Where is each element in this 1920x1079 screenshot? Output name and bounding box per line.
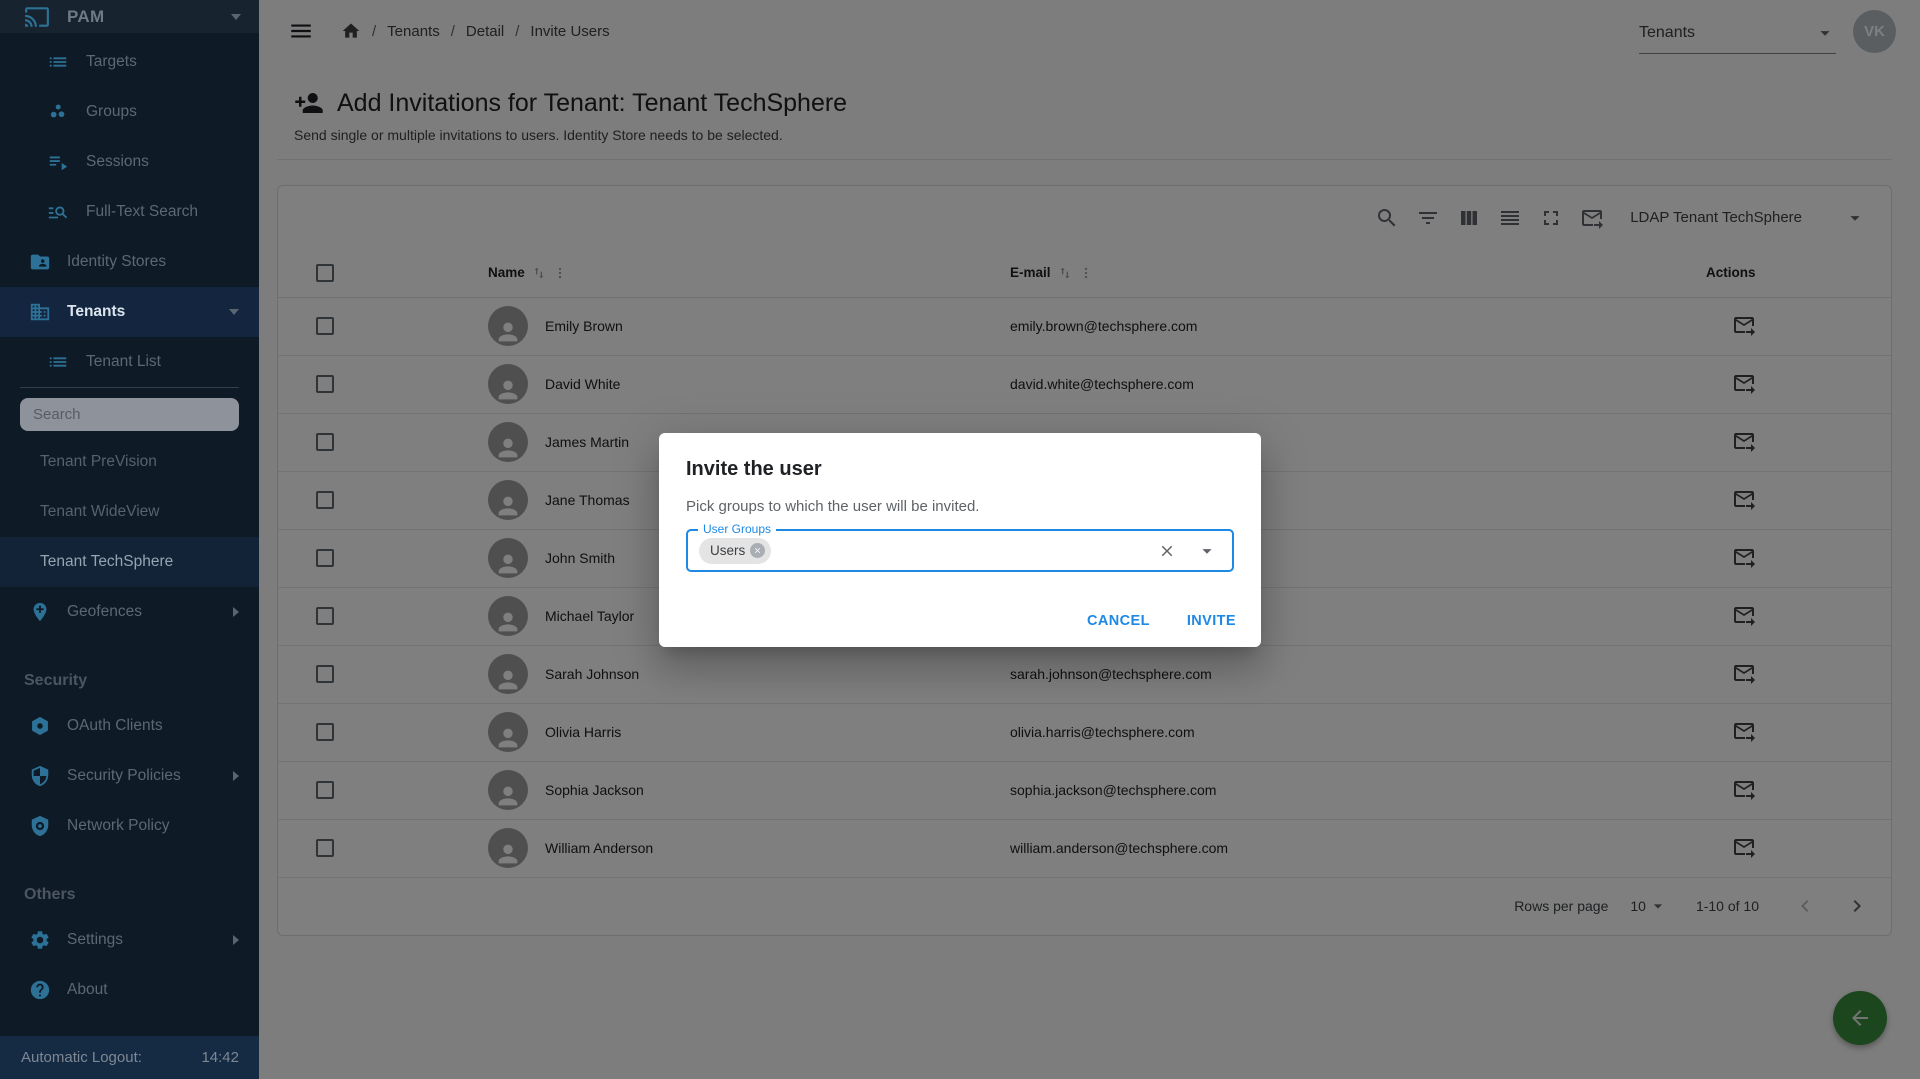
sidebar-item-tenant-prevision[interactable]: Tenant PreVision (0, 437, 259, 487)
sidebar-item-label: Full-Text Search (86, 203, 198, 221)
sidebar-item-label: Groups (86, 103, 137, 121)
buildings-icon (29, 301, 51, 323)
chip-remove-icon[interactable] (750, 543, 765, 558)
cast-icon (24, 4, 50, 30)
arrow-drop-down-icon[interactable] (1196, 540, 1218, 562)
chevron-right-icon (233, 607, 239, 617)
sidebar-item-security-policies[interactable]: Security Policies (0, 751, 259, 801)
tenant-search-input[interactable] (20, 398, 239, 431)
list-icon (47, 351, 69, 373)
folder-shared-icon (29, 251, 51, 273)
auto-logout-label: Automatic Logout: (21, 1049, 142, 1066)
chevron-down-icon (229, 309, 239, 315)
section-header-others: Others (0, 875, 259, 915)
help-icon (29, 979, 51, 1001)
policy-icon (29, 815, 51, 837)
sidebar-item-network-policy[interactable]: Network Policy (0, 801, 259, 851)
sidebar-item-geofences[interactable]: Geofences (0, 587, 259, 637)
app-header[interactable]: PAM (0, 0, 259, 33)
chevron-down-icon (231, 14, 241, 20)
sidebar-item-label: Network Policy (67, 817, 170, 835)
sidebar-item-tenant-list[interactable]: Tenant List (0, 337, 259, 387)
cancel-button[interactable]: CANCEL (1087, 613, 1150, 629)
dialog-title: Invite the user (686, 458, 1234, 481)
sidebar-item-label: Tenant List (86, 353, 161, 371)
sidebar-item-targets[interactable]: Targets (0, 37, 259, 87)
add-location-icon (29, 601, 51, 623)
sidebar-item-label: OAuth Clients (67, 717, 163, 735)
sidebar-nav: Targets Groups Sessions Full-Text Search… (0, 33, 259, 1015)
sidebar-item-tenants[interactable]: Tenants (0, 287, 259, 337)
user-groups-field[interactable]: User Groups Users (686, 529, 1234, 572)
sidebar: PAM Targets Groups Sessions Full-Text Se… (0, 0, 259, 1079)
auto-logout-timer: 14:42 (201, 1049, 239, 1066)
app-title: PAM (67, 7, 104, 27)
dialog-body-text: Pick groups to which the user will be in… (686, 498, 1234, 515)
list-icon (47, 51, 69, 73)
shield-icon (29, 765, 51, 787)
search-list-icon (47, 201, 69, 223)
sidebar-item-label: About (67, 981, 108, 999)
token-icon (29, 715, 51, 737)
user-groups-field-label: User Groups (698, 522, 776, 536)
gear-icon (29, 929, 51, 951)
dialog-actions: CANCEL INVITE (1087, 613, 1236, 629)
invite-user-dialog: Invite the user Pick groups to which the… (659, 433, 1261, 647)
sidebar-item-sessions[interactable]: Sessions (0, 137, 259, 187)
group-chip-users[interactable]: Users (699, 538, 771, 564)
sidebar-item-about[interactable]: About (0, 965, 259, 1015)
clear-field-icon[interactable] (1158, 542, 1176, 560)
tenant-link-label: Tenant WideView (40, 503, 159, 521)
sidebar-item-groups[interactable]: Groups (0, 87, 259, 137)
chevron-right-icon (233, 771, 239, 781)
sidebar-item-full-text-search[interactable]: Full-Text Search (0, 187, 259, 237)
sidebar-item-settings[interactable]: Settings (0, 915, 259, 965)
sidebar-item-label: Sessions (86, 153, 149, 171)
auto-logout-bar: Automatic Logout: 14:42 (0, 1036, 259, 1079)
chevron-right-icon (233, 935, 239, 945)
group-chip-label: Users (710, 543, 745, 558)
sidebar-item-label: Tenants (67, 303, 125, 321)
sidebar-item-identity-stores[interactable]: Identity Stores (0, 237, 259, 287)
sidebar-item-tenant-wideview[interactable]: Tenant WideView (0, 487, 259, 537)
tenant-link-label: Tenant PreVision (40, 453, 157, 471)
sidebar-item-label: Settings (67, 931, 123, 949)
sidebar-item-label: Targets (86, 53, 137, 71)
invite-button[interactable]: INVITE (1187, 613, 1236, 629)
sidebar-item-label: Geofences (67, 603, 142, 621)
sidebar-item-label: Identity Stores (67, 253, 166, 271)
playlist-play-icon (47, 151, 69, 173)
divider (20, 387, 239, 388)
tenant-link-label: Tenant TechSphere (40, 553, 173, 571)
sidebar-item-label: Security Policies (67, 767, 181, 785)
sidebar-item-oauth-clients[interactable]: OAuth Clients (0, 701, 259, 751)
section-header-security: Security (0, 661, 259, 701)
bubbles-icon (47, 101, 69, 123)
sidebar-item-tenant-techsphere[interactable]: Tenant TechSphere (0, 537, 259, 587)
